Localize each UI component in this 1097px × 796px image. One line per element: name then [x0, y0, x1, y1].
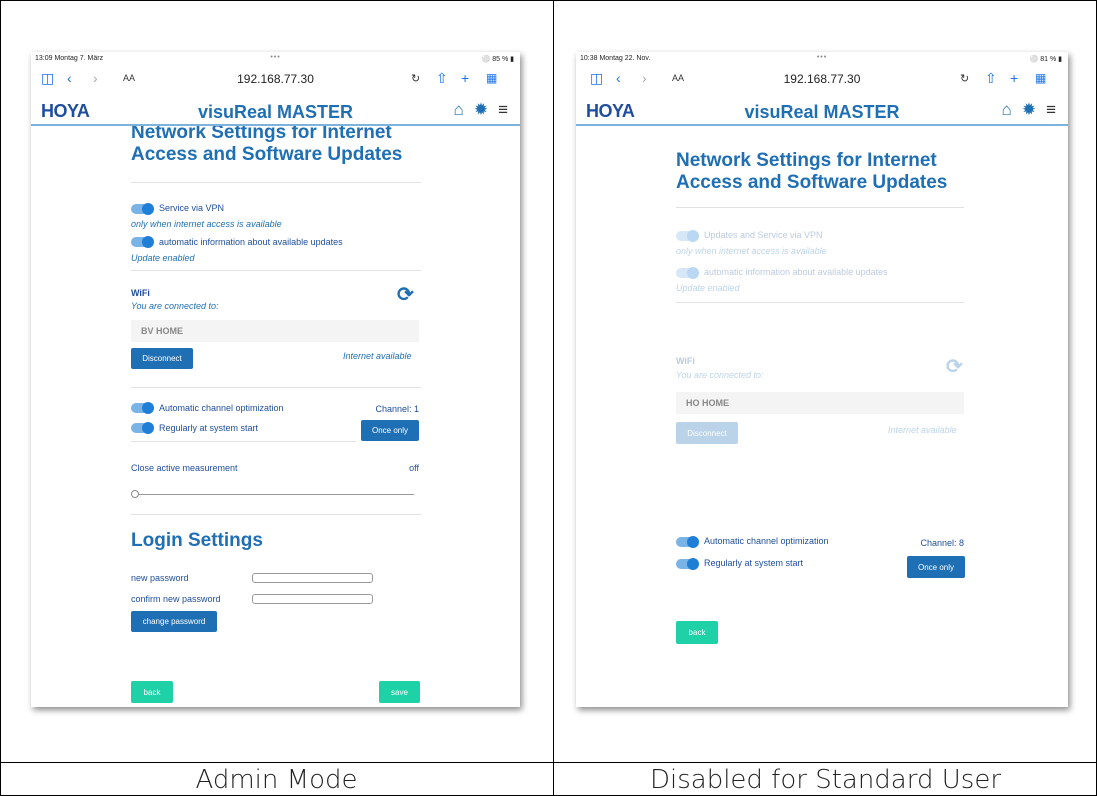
back-button[interactable]: back — [676, 621, 718, 644]
settings-content: Network Settings for Internet Access and… — [676, 52, 968, 707]
caption-admin-mode: Admin Mode — [195, 765, 358, 795]
home-icon[interactable]: ⌂ — [1002, 100, 1012, 120]
network-settings-title: Network Settings for Internet Access and… — [676, 150, 948, 193]
share-icon[interactable]: ⇧ — [436, 70, 448, 87]
menu-icon[interactable]: ≡ — [498, 100, 508, 120]
slider-track[interactable] — [134, 494, 414, 495]
battery-indicator: ⚪ 81 % ▮ — [1029, 56, 1062, 63]
network-settings-title: Network Settings for Internet Access and… — [131, 122, 403, 165]
channel-value: Channel: 1 — [375, 404, 419, 414]
close-measurement-state: off — [409, 463, 419, 473]
auto-channel-label: Automatic channel optimization — [704, 536, 829, 546]
slider-handle[interactable] — [131, 490, 139, 498]
disconnect-button: Disconnect — [676, 422, 738, 444]
app-title: visuReal MASTER — [744, 102, 900, 122]
divider — [131, 270, 421, 271]
new-password-input[interactable] — [252, 573, 373, 583]
change-password-button[interactable]: change password — [131, 611, 217, 632]
wifi-note: You are connected to: — [131, 301, 219, 311]
updates-label: automatic information about available up… — [704, 267, 888, 277]
internet-status: Internet available — [343, 351, 412, 361]
updates-note: Update enabled — [676, 283, 740, 293]
updates-note: Update enabled — [131, 253, 195, 263]
divider — [676, 207, 964, 208]
settings-content: Network Settings for Internet Access and… — [131, 52, 421, 707]
wifi-label: WiFi — [676, 356, 695, 366]
home-icon[interactable]: ⌂ — [454, 100, 464, 120]
once-only-button[interactable]: Once only — [907, 556, 965, 578]
wifi-label: WiFi — [131, 288, 150, 298]
caption-divider — [0, 762, 1097, 763]
updates-toggle — [676, 267, 699, 279]
column-divider — [553, 0, 554, 796]
vpn-note: only when internet access is available — [676, 246, 827, 256]
tablet-standard-user: 10:38 Montag 22. Nov. ••• ⚪ 81 % ▮ ◫ ‹ ›… — [576, 52, 1068, 707]
confirm-password-input[interactable] — [252, 594, 373, 604]
wifi-network-field: HO HOME — [676, 392, 964, 414]
app-title: visuReal MASTER — [197, 102, 354, 122]
globe-icon[interactable]: ✹ — [474, 100, 488, 120]
tablet-admin: 13:09 Montag 7. März ••• ⚪ 85 % ▮ ◫ ‹ › … — [31, 52, 520, 707]
auto-channel-toggle[interactable] — [676, 536, 699, 548]
divider — [131, 514, 421, 515]
wifi-note: You are connected to: — [676, 370, 764, 380]
updates-label: automatic information about available up… — [159, 237, 343, 247]
divider — [131, 387, 421, 388]
once-only-button[interactable]: Once only — [361, 420, 419, 441]
tabs-icon[interactable]: ▦ — [1035, 71, 1046, 85]
refresh-icon[interactable]: ⟳ — [397, 282, 414, 307]
divider — [131, 182, 421, 183]
updates-toggle[interactable] — [131, 236, 154, 248]
vpn-toggle[interactable] — [131, 203, 154, 215]
caption-standard-user: Disabled for Standard User — [649, 765, 1002, 795]
internet-status: Internet available — [888, 425, 957, 435]
disconnect-button[interactable]: Disconnect — [131, 348, 193, 369]
plus-icon[interactable]: + — [1010, 70, 1018, 86]
confirm-password-label: confirm new password — [131, 594, 221, 604]
battery-indicator: ⚪ 85 % ▮ — [481, 56, 514, 63]
system-start-toggle[interactable] — [131, 422, 154, 434]
refresh-icon: ⟳ — [946, 356, 963, 378]
menu-icon[interactable]: ≡ — [1046, 100, 1056, 120]
system-start-label: Regularly at system start — [159, 423, 259, 433]
vpn-note: only when internet access is available — [131, 219, 282, 229]
vpn-toggle — [676, 230, 699, 242]
wifi-network-field[interactable]: BV HOME — [131, 320, 419, 342]
vpn-label: Updates and Service via VPN — [704, 230, 823, 240]
app-header: HOYA visuReal MASTER ⌂ ✹ ≡ — [31, 90, 520, 126]
globe-icon[interactable]: ✹ — [1022, 100, 1036, 120]
auto-channel-toggle[interactable] — [131, 402, 154, 414]
system-start-toggle[interactable] — [676, 558, 699, 570]
close-measurement-label: Close active measurement — [131, 463, 238, 473]
save-button[interactable]: save — [379, 681, 420, 703]
back-button[interactable]: back — [131, 681, 173, 703]
divider — [131, 441, 356, 442]
login-settings-title: Login Settings — [131, 530, 263, 551]
divider — [676, 302, 964, 303]
app-header: HOYA visuReal MASTER ⌂ ✹ ≡ — [576, 90, 1068, 126]
tabs-icon[interactable]: ▦ — [486, 71, 497, 85]
vpn-label: Service via VPN — [159, 203, 225, 213]
auto-channel-label: Automatic channel optimization — [159, 403, 284, 413]
share-icon[interactable]: ⇧ — [985, 70, 997, 87]
system-start-label: Regularly at system start — [704, 558, 804, 568]
new-password-label: new password — [131, 573, 189, 583]
channel-value: Channel: 8 — [920, 538, 964, 548]
plus-icon[interactable]: + — [461, 70, 469, 86]
